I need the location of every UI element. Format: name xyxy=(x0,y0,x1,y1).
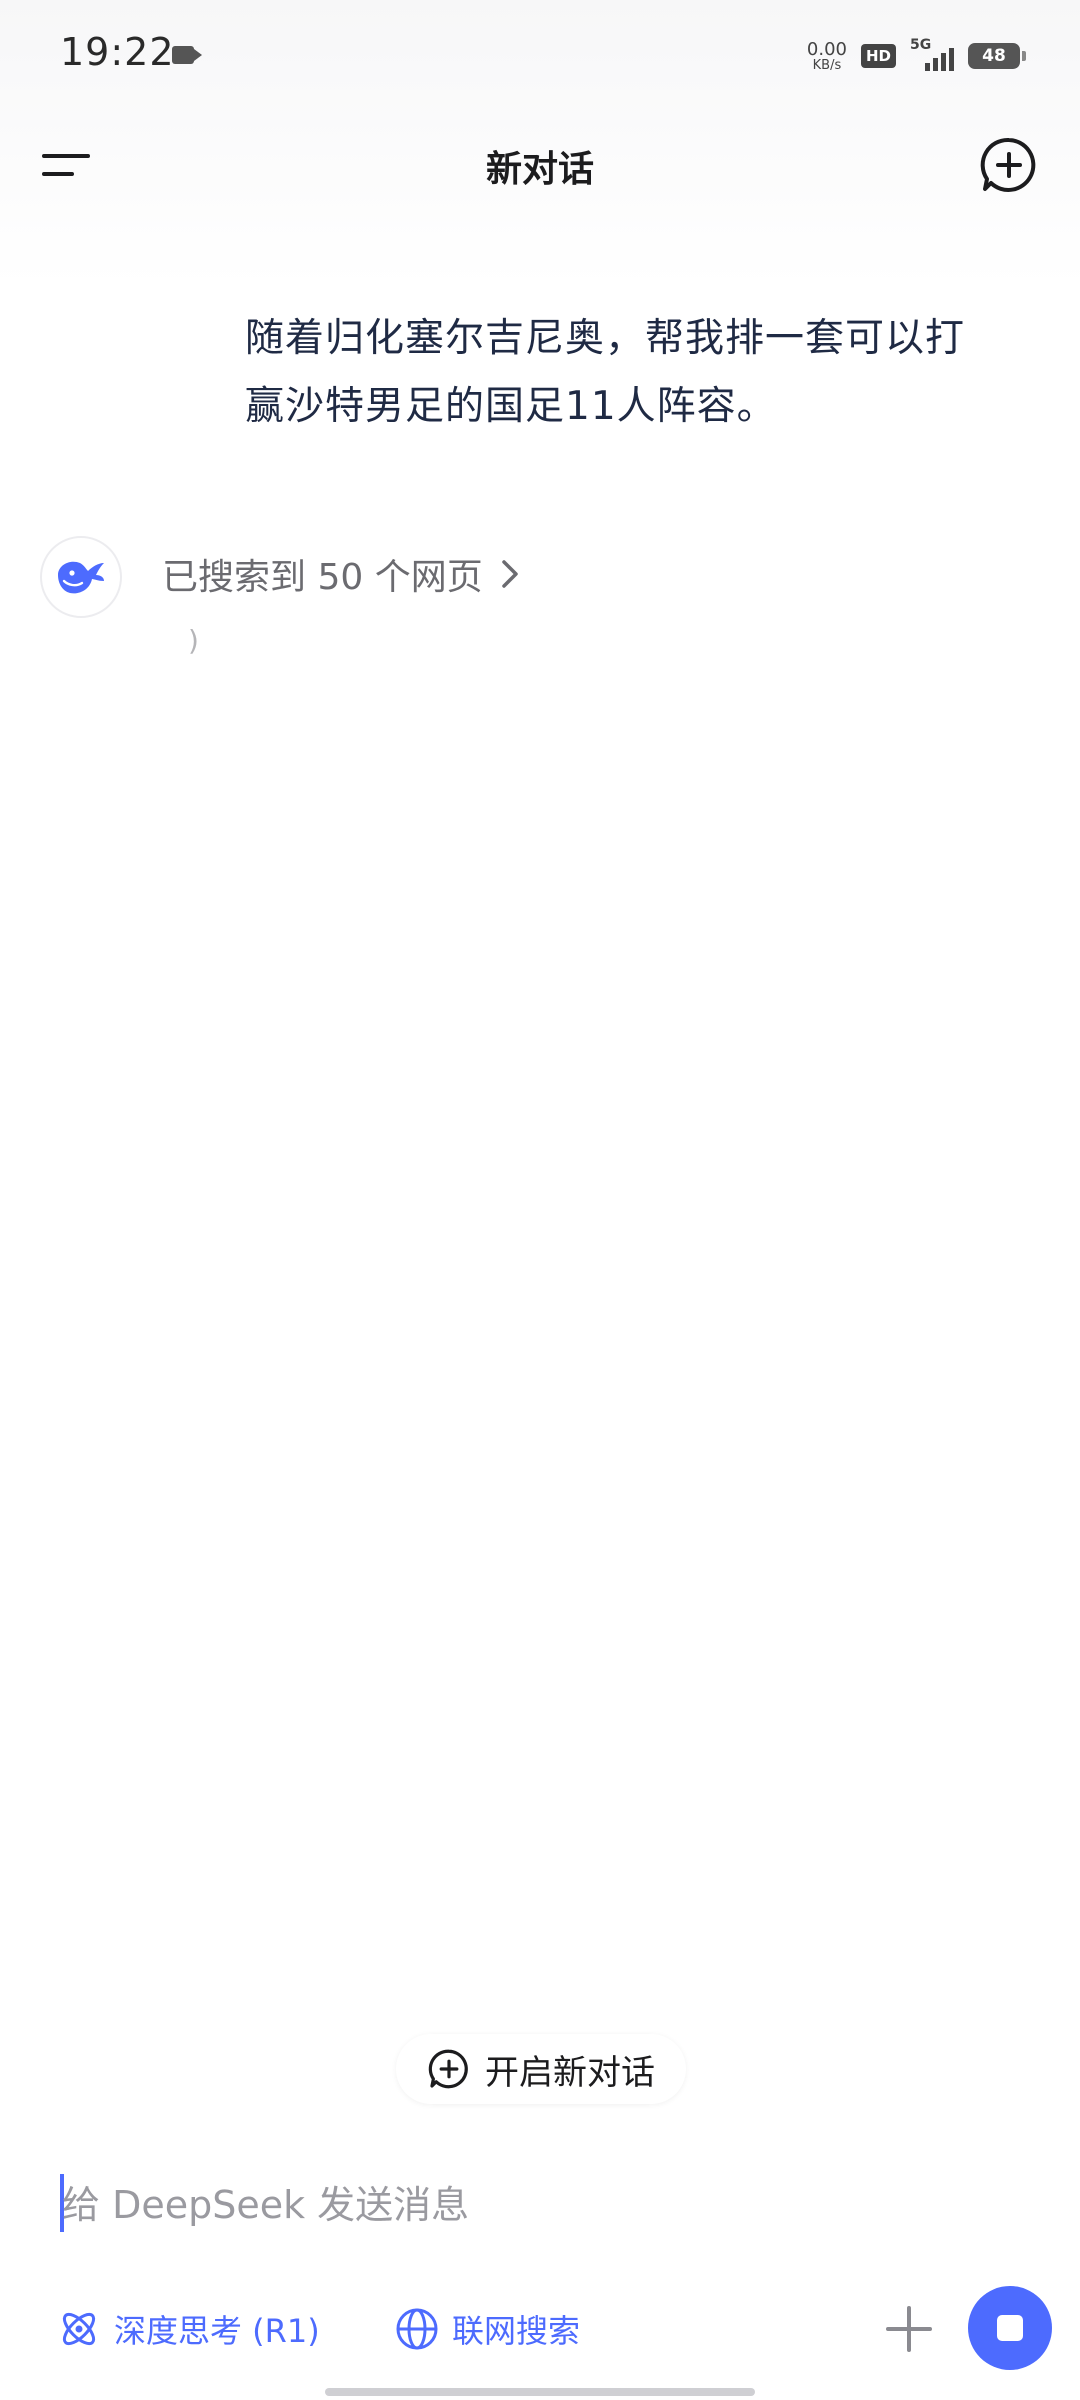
battery-icon: 48 xyxy=(968,43,1026,69)
response-loading-indicator: ) xyxy=(188,624,199,657)
network-speed-value: 0.00 xyxy=(806,38,847,60)
deepseek-whale-icon xyxy=(58,561,104,594)
new-conversation-label: 开启新对话 xyxy=(485,2052,655,2093)
new-conversation-button[interactable]: 开启新对话 xyxy=(396,2034,686,2104)
attach-button[interactable] xyxy=(876,2296,942,2362)
home-indicator[interactable] xyxy=(325,2388,755,2396)
network-speed: 0.00 KB/s xyxy=(806,38,847,73)
search-result-text: 已搜索到 50 个网页 xyxy=(162,557,483,598)
web-search-label: 联网搜索 xyxy=(452,2312,581,2350)
app-screen: 19:22 0.00 KB/s HD 5G 48 新对话 随着归化塞尔吉尼奥，帮… xyxy=(0,0,1080,2400)
hd-voice-icon: HD xyxy=(860,44,896,68)
assistant-avatar xyxy=(40,536,122,618)
network-speed-unit: KB/s xyxy=(812,57,842,73)
chat-plus-icon xyxy=(428,2049,468,2089)
web-search-result-toggle[interactable]: 已搜索到 50 个网页 xyxy=(162,544,521,604)
cellular-signal-icon: 5G xyxy=(910,37,954,71)
deep-think-label: 深度思考 (R1) xyxy=(114,2312,320,2350)
stop-icon xyxy=(997,2315,1023,2341)
status-time: 19:22 xyxy=(60,30,175,74)
new-chat-icon[interactable] xyxy=(978,134,1040,196)
status-indicators: 0.00 KB/s HD 5G 48 xyxy=(806,36,1026,76)
signal-bars xyxy=(925,48,954,71)
screen-record-icon xyxy=(172,46,202,64)
stop-generation-button[interactable] xyxy=(968,2286,1052,2370)
user-message: 随着归化塞尔吉尼奥，帮我排一套可以打赢沙特男足的国足11人阵容。 xyxy=(245,316,966,429)
deep-think-toggle[interactable]: 深度思考 (R1) xyxy=(56,2296,320,2362)
chevron-right-icon xyxy=(501,560,518,588)
top-app-bar: 新对话 xyxy=(0,110,1080,220)
message-composer: 深度思考 (R1) 联网搜索 xyxy=(0,2150,1080,2400)
composer-toolbar: 深度思考 (R1) 联网搜索 xyxy=(0,2284,1080,2374)
atom-icon xyxy=(62,2312,96,2346)
chat-plus-icon xyxy=(980,137,1036,192)
status-bar: 19:22 0.00 KB/s HD 5G 48 xyxy=(0,0,1080,110)
plus-icon xyxy=(886,2306,932,2352)
page-title: 新对话 xyxy=(485,149,594,190)
message-input[interactable] xyxy=(58,2170,962,2240)
globe-icon xyxy=(396,2308,438,2350)
battery-level: 48 xyxy=(982,46,1006,66)
web-search-toggle[interactable]: 联网搜索 xyxy=(394,2296,580,2362)
